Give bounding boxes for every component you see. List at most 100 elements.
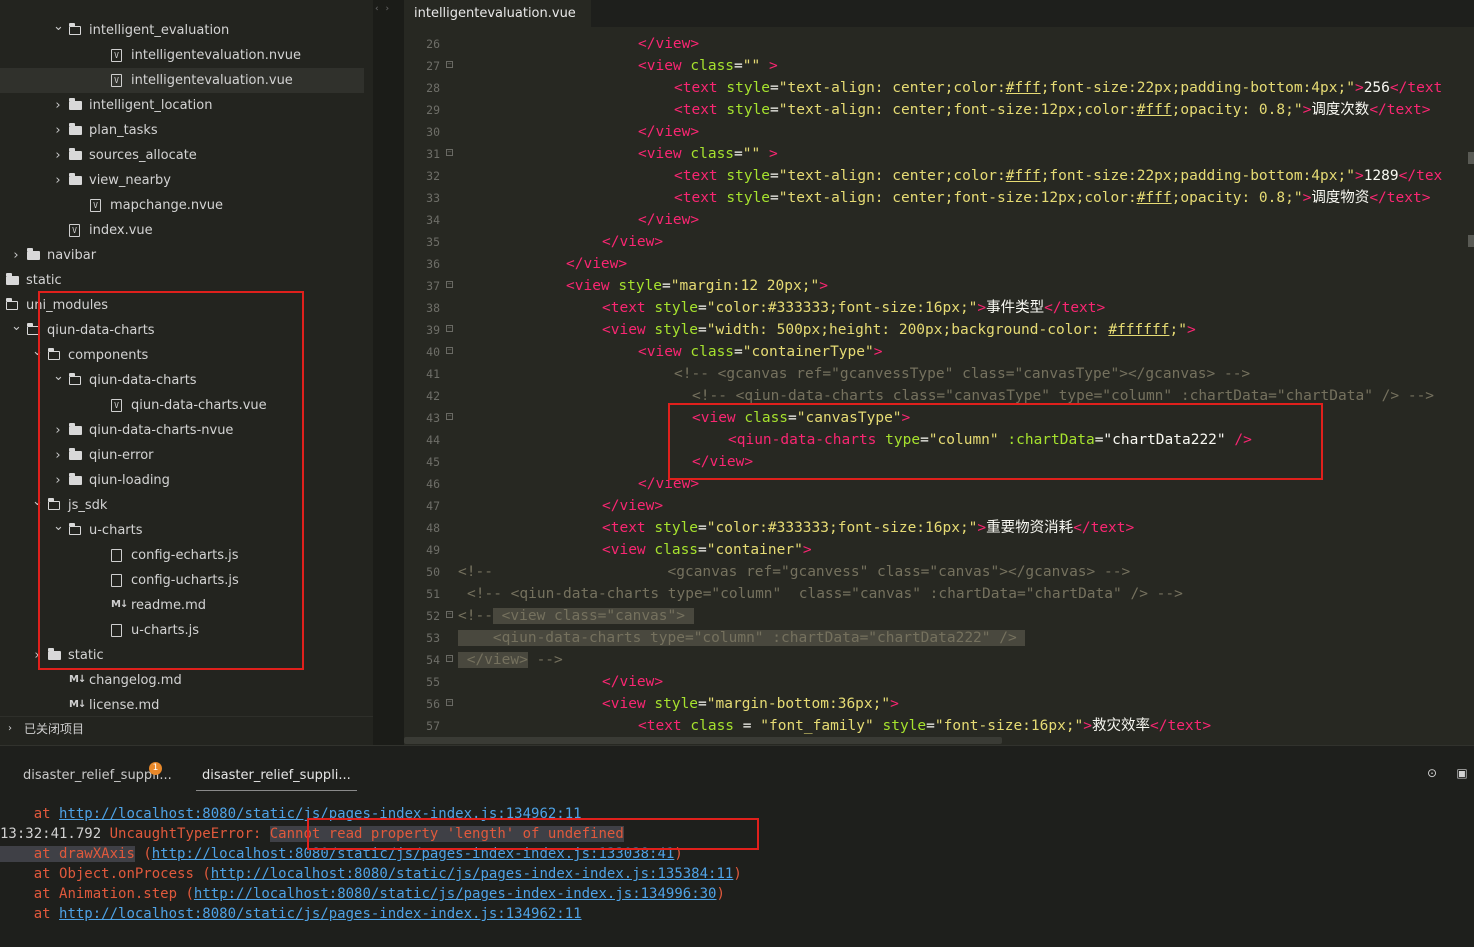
chevron-down-icon[interactable]: ⌄ (32, 339, 43, 364)
tree-item[interactable]: › plan_tasks (0, 118, 373, 143)
code-line[interactable]: </view> (458, 33, 1468, 55)
code-line[interactable]: <text style="text-align: center;font-siz… (458, 187, 1468, 209)
code-line[interactable]: </view> (458, 671, 1468, 693)
log-link[interactable]: http://localhost:8080/static/js/pages-in… (194, 886, 717, 902)
fold-toggle-icon[interactable]: − (446, 149, 453, 156)
stop-icon[interactable]: ▣ (1455, 766, 1469, 780)
tree-item[interactable]: config-echarts.js (0, 543, 373, 568)
code-line[interactable]: <text style="color:#333333;font-size:16p… (458, 297, 1468, 319)
code-line[interactable]: </view> (458, 253, 1468, 275)
tree-item[interactable]: Vqiun-data-charts.vue (0, 393, 373, 418)
log-link[interactable]: http://localhost:8080/static/js/pages-in… (211, 866, 734, 882)
collapse-arrows-icon[interactable]: ‹ › (375, 4, 391, 14)
tree-item[interactable]: › sources_allocate (0, 143, 373, 168)
tree-item[interactable]: ⌄ qiun-data-charts (0, 368, 373, 393)
tree-item[interactable]: M↓ readme.md (0, 593, 373, 618)
chevron-right-icon[interactable]: › (53, 93, 63, 118)
tree-item[interactable]: › qiun-loading (0, 468, 373, 493)
code-line[interactable]: <text class = "font_family" style="font-… (458, 715, 1468, 737)
code-line[interactable]: <view style="margin:12 20px;"> (458, 275, 1468, 297)
chevron-down-icon[interactable]: ⌄ (53, 514, 64, 539)
tab-intelligentevaluation-vue[interactable]: intelligentevaluation.vue (404, 0, 591, 27)
tree-item[interactable]: › static (0, 643, 373, 668)
code-line[interactable]: <qiun-data-charts type="column" :chartDa… (458, 429, 1468, 451)
tree-item[interactable]: › qiun-error (0, 443, 373, 468)
code-line[interactable]: <view class="container"> (458, 539, 1468, 561)
chevron-right-icon[interactable]: › (53, 418, 63, 443)
code-line[interactable]: <qiun-data-charts type="column" :chartDa… (458, 627, 1468, 649)
tree-item[interactable]: M↓ license.md (0, 693, 373, 718)
log-link[interactable]: http://localhost:8080/static/js/pages-in… (59, 806, 582, 822)
tree-item[interactable]: config-ucharts.js (0, 568, 373, 593)
code-line[interactable]: <view style="margin-bottom:36px;"> (458, 693, 1468, 715)
code-line[interactable]: <text style="color:#333333;font-size:16p… (458, 517, 1468, 539)
code-line[interactable]: <text style="text-align: center;font-siz… (458, 99, 1468, 121)
chevron-right-icon[interactable]: › (11, 243, 21, 268)
code-line[interactable]: <text style="text-align: center;color:#f… (458, 165, 1468, 187)
code-line[interactable]: <!-- <gcanvas ref="gcanvess" class="canv… (458, 561, 1468, 583)
code-line[interactable]: </view> (458, 473, 1468, 495)
chevron-right-icon[interactable]: › (53, 468, 63, 493)
code-line[interactable]: </view> (458, 209, 1468, 231)
chevron-right-icon[interactable]: › (53, 168, 63, 193)
tree-item[interactable]: Vintelligentevaluation.nvue (0, 43, 373, 68)
code-line[interactable]: <text style="text-align: center;color:#f… (458, 77, 1468, 99)
code-line[interactable]: <view class="" > (458, 143, 1468, 165)
code-line[interactable]: <!-- <gcanvas ref="gcanvessType" class="… (458, 363, 1468, 385)
tree-item[interactable]: u-charts.js (0, 618, 373, 643)
tree-item[interactable]: ›static (0, 268, 373, 293)
code-line[interactable]: <view class="canvasType"> (458, 407, 1468, 429)
clear-console-icon[interactable]: ⊙ (1425, 766, 1439, 780)
closed-projects-section[interactable]: › 已关闭项目 (0, 716, 373, 745)
tree-item[interactable]: › qiun-data-charts-nvue (0, 418, 373, 443)
chevron-down-icon[interactable]: ⌄ (32, 489, 43, 514)
code-area[interactable]: </view> <view class="" > <text style="te… (458, 33, 1468, 737)
code-line[interactable]: <view class="" > (458, 55, 1468, 77)
code-line[interactable]: <view class="containerType"> (458, 341, 1468, 363)
fold-toggle-icon[interactable]: − (446, 347, 453, 354)
log-link[interactable]: http://localhost:8080/static/js/pages-in… (59, 906, 582, 922)
panel-splitter[interactable]: ‹ › (373, 0, 404, 745)
code-line[interactable]: </view> (458, 121, 1468, 143)
fold-toggle-icon[interactable]: − (446, 325, 453, 332)
chevron-right-icon[interactable]: › (53, 143, 63, 168)
code-line[interactable]: <!-- <qiun-data-charts class="canvasType… (458, 385, 1468, 407)
code-line[interactable]: <view style="width: 500px;height: 200px;… (458, 319, 1468, 341)
fold-toggle-icon[interactable]: − (446, 61, 453, 68)
fold-toggle-icon[interactable]: − (446, 611, 453, 618)
chevron-down-icon[interactable]: ⌄ (53, 364, 64, 389)
chevron-down-icon[interactable]: ⌄ (11, 314, 22, 339)
code-line[interactable]: </view> (458, 231, 1468, 253)
tree-item[interactable]: ⌄ intelligent_evaluation (0, 18, 373, 43)
code-line[interactable]: </view> --> (458, 649, 1468, 671)
code-editor[interactable]: intelligentevaluation.vue 26 27−28 29 30 31−… (404, 0, 1474, 745)
tree-item[interactable]: ⌄ qiun-data-charts (0, 318, 373, 343)
tree-item[interactable]: Vmapchange.nvue (0, 193, 373, 218)
vertical-scrollbar[interactable] (1464, 27, 1474, 745)
chevron-right-icon[interactable]: › (32, 643, 42, 668)
console-tab-2[interactable]: disaster_relief_suppli... (196, 762, 357, 791)
code-line[interactable]: </view> (458, 451, 1468, 473)
log-link[interactable]: http://localhost:8080/static/js/pages-in… (152, 846, 675, 862)
chevron-right-icon[interactable]: › (53, 443, 63, 468)
tree-item[interactable]: Vindex.vue (0, 218, 373, 243)
horizontal-scrollbar[interactable] (404, 737, 1002, 744)
tree-item-label: static (68, 648, 104, 663)
fold-toggle-icon[interactable]: − (446, 699, 453, 706)
fold-toggle-icon[interactable]: − (446, 413, 453, 420)
tree-item[interactable]: Vintelligentevaluation.vue (0, 68, 364, 93)
fold-toggle-icon[interactable]: − (446, 281, 453, 288)
tree-item[interactable]: › navibar (0, 243, 373, 268)
tree-item[interactable]: ⌄ u-charts (0, 518, 373, 543)
tree-item[interactable]: › view_nearby (0, 168, 373, 193)
tree-item[interactable]: › intelligent_location (0, 93, 373, 118)
tree-item[interactable]: M↓ changelog.md (0, 668, 373, 693)
code-line[interactable]: <!-- <qiun-data-charts type="column" cla… (458, 583, 1468, 605)
code-line[interactable]: <!-- <view class="canvas"> (458, 605, 1468, 627)
fold-toggle-icon[interactable]: − (446, 655, 453, 662)
tree-item[interactable]: ⌄uni_modules (0, 293, 373, 318)
chevron-right-icon[interactable]: › (53, 118, 63, 143)
chevron-down-icon[interactable]: ⌄ (53, 14, 64, 39)
tree-item-label: license.md (89, 698, 160, 713)
code-line[interactable]: </view> (458, 495, 1468, 517)
